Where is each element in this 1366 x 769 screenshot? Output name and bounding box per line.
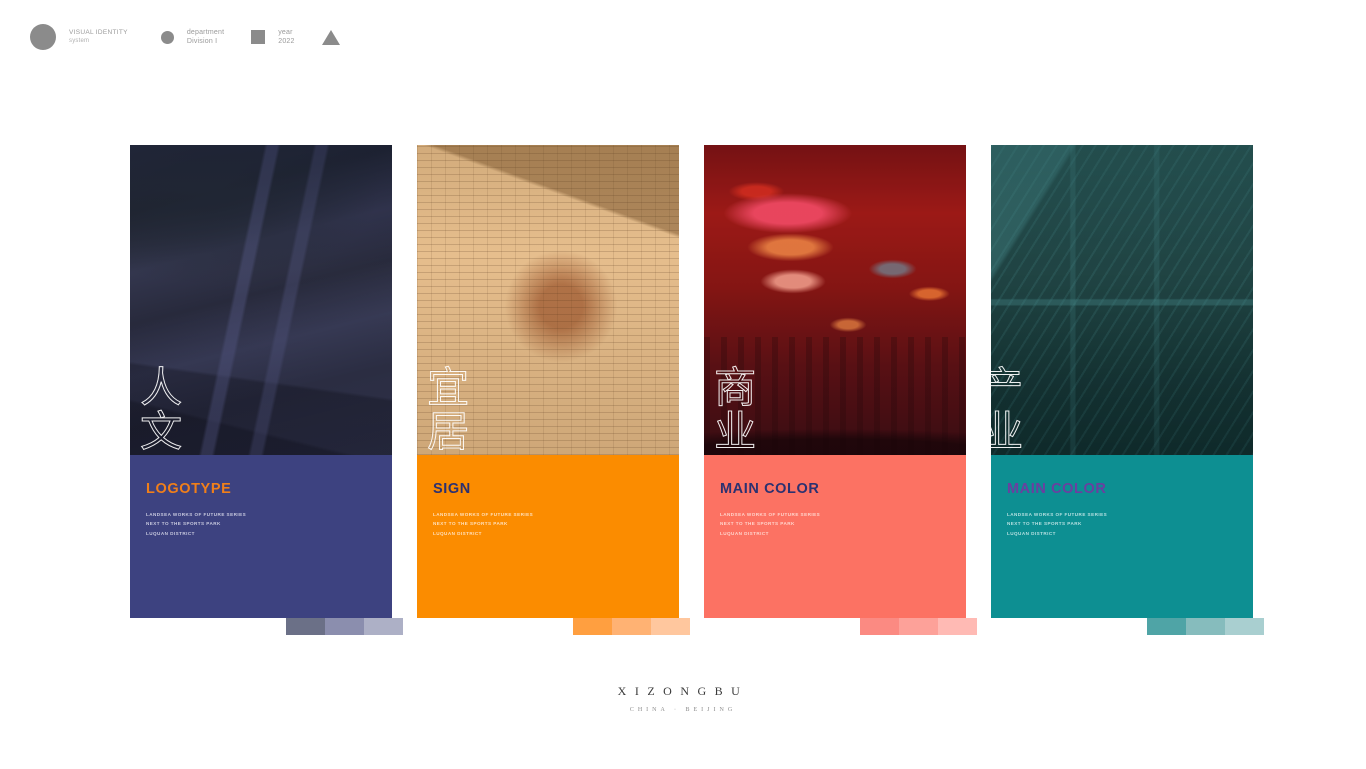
card-cjk-overlay: 人文 (133, 365, 183, 454)
card-description: LANDSEA WORKS OF FUTURE SERIES NEXT TO T… (433, 510, 679, 538)
color-swatch (938, 618, 977, 635)
card-description-line: LUQUAN DISTRICT (146, 530, 195, 536)
photo-shade (991, 145, 1253, 455)
card-title: LOGOTYPE (146, 481, 232, 497)
color-swatch (651, 618, 690, 635)
color-swatch (1225, 618, 1264, 635)
card-description: LANDSEA WORKS OF FUTURE SERIES NEXT TO T… (1007, 510, 1253, 538)
brand-name: XIZONGBU (617, 684, 749, 698)
card-description-line: LANDSEA WORKS OF FUTURE SERIES (720, 512, 821, 517)
color-swatch (1147, 618, 1186, 635)
poster-page: VISUAL IDENTITY system department Divisi… (0, 0, 1366, 769)
color-swatch (899, 618, 938, 635)
card-description-line: NEXT TO THE SPORTS PARK (433, 521, 508, 527)
footer-branding: XIZONGBU CHINA · BEIJING (0, 684, 1366, 713)
color-swatch (860, 618, 899, 635)
card-photo: 产业 (991, 145, 1253, 455)
color-swatch (286, 618, 325, 635)
card-panel: LOGOTYPE LANDSEA WORKS OF FUTURE SERIES … (130, 455, 403, 635)
card-cjk-overlay: 宜居 (420, 365, 470, 454)
card-description-line: NEXT TO THE SPORTS PARK (720, 521, 795, 527)
color-swatch (1186, 618, 1225, 635)
card-description: LANDSEA WORKS OF FUTURE SERIES NEXT TO T… (720, 510, 966, 538)
card-photo: 商业 (704, 145, 966, 455)
color-swatch (612, 618, 651, 635)
card-panel: MAIN COLOR LANDSEA WORKS OF FUTURE SERIE… (991, 455, 1264, 635)
card-photo: 人文 (130, 145, 392, 455)
card-photo: 宜居 (417, 145, 679, 455)
card-description-line: LUQUAN DISTRICT (1007, 530, 1056, 536)
color-swatch-strip (573, 618, 690, 635)
card-title: MAIN COLOR (720, 481, 820, 497)
color-swatch (573, 618, 612, 635)
color-swatch-strip (1147, 618, 1264, 635)
card-description-line: NEXT TO THE SPORTS PARK (1007, 521, 1082, 527)
color-swatch (325, 618, 364, 635)
card-title: MAIN COLOR (1007, 481, 1107, 497)
card-description: LANDSEA WORKS OF FUTURE SERIES NEXT TO T… (146, 510, 392, 538)
card-panel: MAIN COLOR LANDSEA WORKS OF FUTURE SERIE… (704, 455, 977, 635)
card-description-line: LANDSEA WORKS OF FUTURE SERIES (146, 512, 247, 517)
color-swatch-strip (286, 618, 403, 635)
card-title: SIGN (433, 481, 471, 497)
card-panel: SIGN LANDSEA WORKS OF FUTURE SERIES NEXT… (417, 455, 690, 635)
card-description-line: LUQUAN DISTRICT (720, 530, 769, 536)
card-main-color-coral[interactable]: 商业 MAIN COLOR LANDSEA WORKS OF FUTURE SE… (704, 145, 977, 635)
color-swatch (364, 618, 403, 635)
card-description-line: LANDSEA WORKS OF FUTURE SERIES (433, 512, 534, 517)
color-swatch-strip (860, 618, 977, 635)
card-grid: 人文 LOGOTYPE LANDSEA WORKS OF FUTURE SERI… (0, 0, 1366, 769)
card-sign[interactable]: 宜居 SIGN LANDSEA WORKS OF FUTURE SERIES N… (417, 145, 690, 635)
card-main-color-teal[interactable]: 产业 MAIN COLOR LANDSEA WORKS OF FUTURE SE… (991, 145, 1264, 635)
card-logotype[interactable]: 人文 LOGOTYPE LANDSEA WORKS OF FUTURE SERI… (130, 145, 403, 635)
card-cjk-overlay: 商业 (707, 365, 757, 454)
card-description-line: LUQUAN DISTRICT (433, 530, 482, 536)
brand-location: CHINA · BEIJING (629, 707, 737, 713)
card-description-line: LANDSEA WORKS OF FUTURE SERIES (1007, 512, 1108, 517)
card-cjk-overlay: 产业 (991, 365, 1024, 454)
card-description-line: NEXT TO THE SPORTS PARK (146, 521, 221, 527)
